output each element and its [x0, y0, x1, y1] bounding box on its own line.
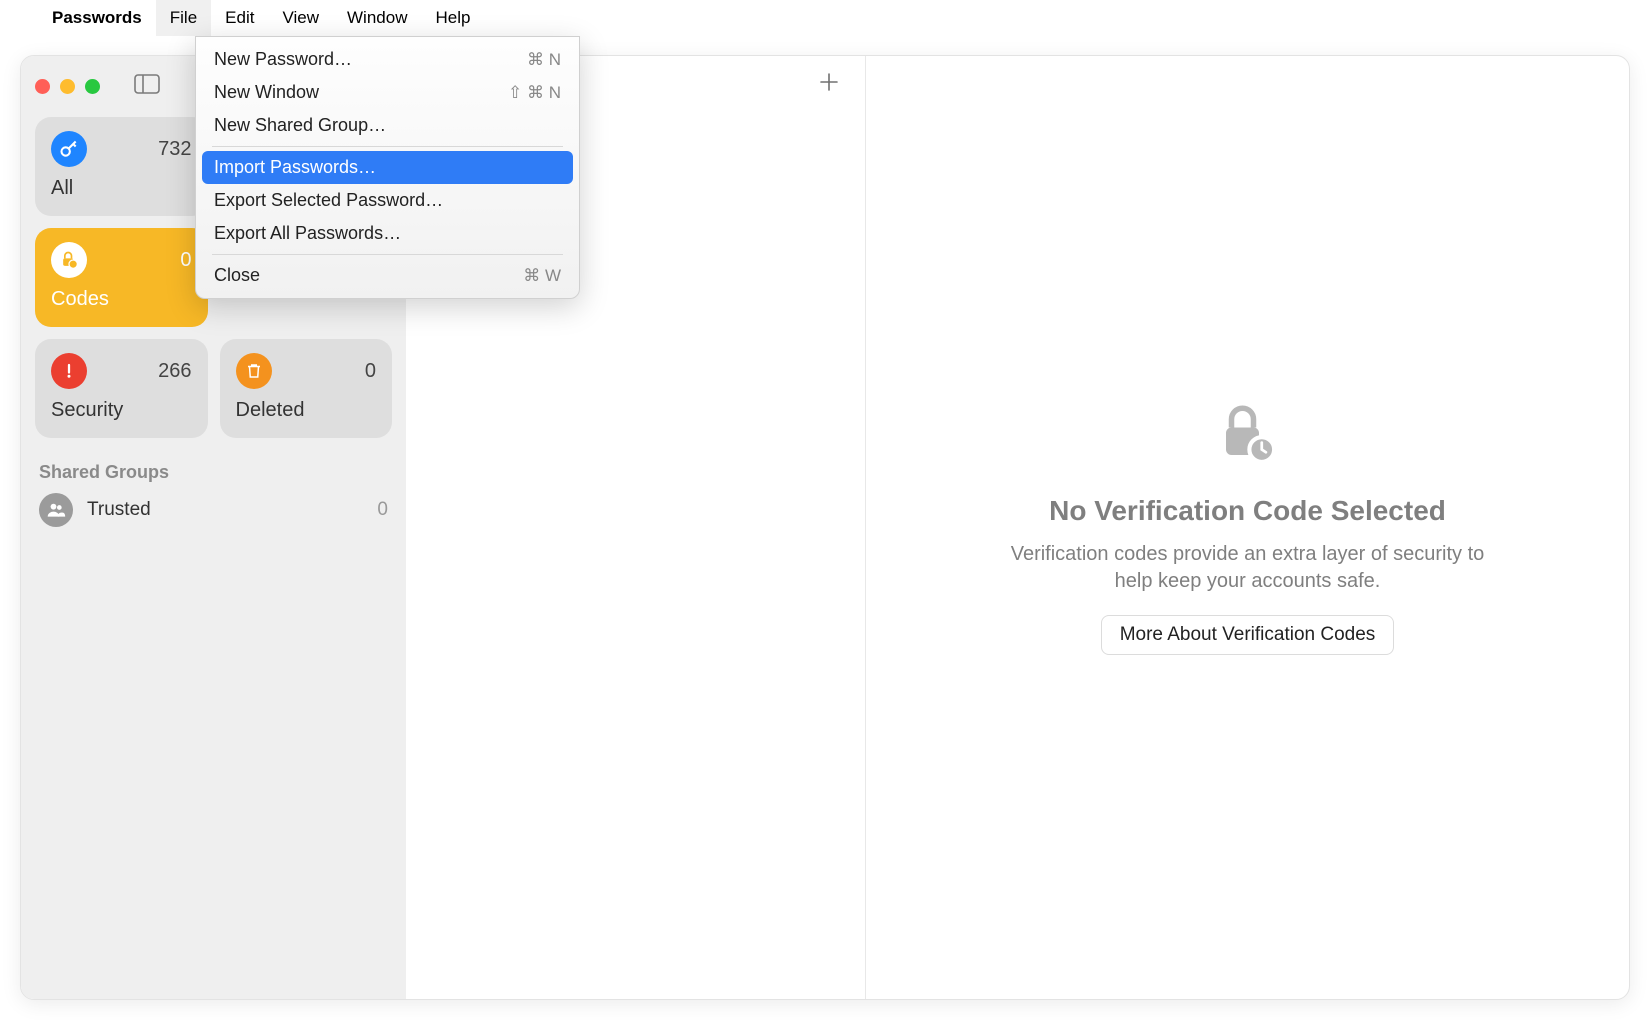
menu-item-label: New Password…	[214, 49, 352, 70]
menubar-help[interactable]: Help	[421, 0, 484, 36]
key-icon	[51, 131, 87, 167]
fullscreen-window-button[interactable]	[85, 79, 100, 94]
detail-pane: No Verification Code Selected Verificati…	[866, 56, 1629, 999]
tile-label: Codes	[51, 288, 192, 311]
menubar-window[interactable]: Window	[333, 0, 421, 36]
menu-separator	[212, 254, 563, 255]
sidebar-toggle-icon[interactable]	[134, 74, 160, 99]
traffic-lights	[35, 79, 100, 94]
exclamation-icon	[51, 353, 87, 389]
menu-item-label: Close	[214, 265, 260, 286]
shared-group-name: Trusted	[87, 499, 363, 521]
minimize-window-button[interactable]	[60, 79, 75, 94]
menu-item-shortcut: ⇧ ⌘ N	[508, 83, 561, 103]
menu-import-passwords[interactable]: Import Passwords…	[202, 151, 573, 184]
menubar-file[interactable]: File	[156, 0, 211, 36]
sidebar-tile-all[interactable]: 732 All	[35, 117, 208, 216]
menu-item-shortcut: ⌘ N	[527, 50, 561, 70]
menubar-view[interactable]: View	[268, 0, 333, 36]
lock-clock-icon	[51, 242, 87, 278]
menu-item-label: New Window	[214, 82, 319, 103]
tile-count: 732	[158, 138, 191, 161]
menu-item-label: New Shared Group…	[214, 115, 386, 136]
menu-new-shared-group[interactable]: New Shared Group…	[202, 109, 573, 142]
people-icon	[39, 493, 73, 527]
shared-group-row[interactable]: Trusted 0	[35, 483, 392, 537]
close-window-button[interactable]	[35, 79, 50, 94]
tile-count: 0	[365, 360, 376, 383]
plus-icon	[817, 70, 841, 94]
menu-close[interactable]: Close ⌘ W	[202, 259, 573, 292]
menubar: Passwords File Edit View Window Help	[0, 0, 1650, 36]
menubar-app-name[interactable]: Passwords	[38, 0, 156, 36]
menu-item-label: Export Selected Password…	[214, 190, 443, 211]
add-button[interactable]	[817, 70, 841, 101]
menu-item-label: Export All Passwords…	[214, 223, 401, 244]
sidebar-tile-codes[interactable]: 0 Codes	[35, 228, 208, 327]
sidebar-tile-deleted[interactable]: 0 Deleted	[220, 339, 393, 438]
menu-separator	[212, 146, 563, 147]
menu-item-label: Import Passwords…	[214, 157, 376, 178]
menubar-edit[interactable]: Edit	[211, 0, 268, 36]
menu-export-all[interactable]: Export All Passwords…	[202, 217, 573, 250]
sidebar-tile-security[interactable]: 266 Security	[35, 339, 208, 438]
empty-state-title: No Verification Code Selected	[1049, 495, 1446, 527]
menu-export-selected[interactable]: Export Selected Password…	[202, 184, 573, 217]
shared-group-count: 0	[377, 499, 388, 521]
shared-groups-header: Shared Groups	[35, 462, 392, 483]
tile-label: Deleted	[236, 399, 377, 422]
tile-label: Security	[51, 399, 192, 422]
file-menu-dropdown: New Password… ⌘ N New Window ⇧ ⌘ N New S…	[195, 36, 580, 299]
empty-state-description: Verification codes provide an extra laye…	[998, 541, 1498, 595]
menu-item-shortcut: ⌘ W	[523, 266, 561, 286]
tile-label: All	[51, 177, 192, 200]
menu-new-window[interactable]: New Window ⇧ ⌘ N	[202, 76, 573, 109]
tile-count: 0	[180, 249, 191, 272]
tile-count: 266	[158, 360, 191, 383]
menu-new-password[interactable]: New Password… ⌘ N	[202, 43, 573, 76]
trash-icon	[236, 353, 272, 389]
lock-clock-large-icon	[1215, 400, 1281, 471]
more-about-codes-button[interactable]: More About Verification Codes	[1101, 615, 1395, 655]
